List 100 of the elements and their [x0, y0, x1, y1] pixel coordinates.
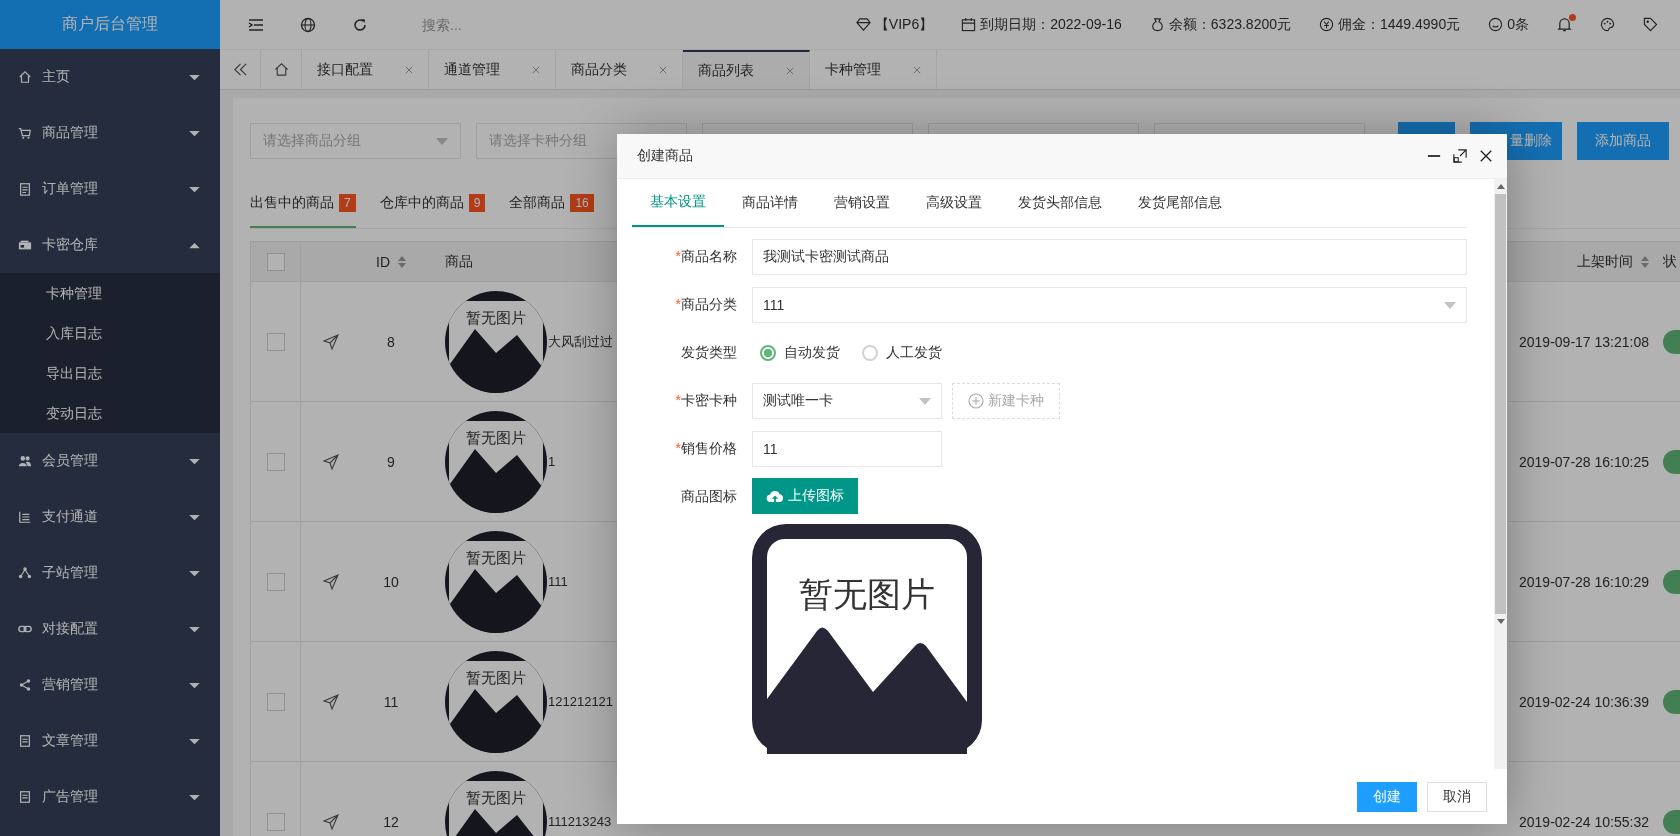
- vip-label: 【VIP6】: [874, 15, 934, 34]
- bell-icon[interactable]: [1557, 17, 1572, 32]
- radio-option[interactable]: 人工发货: [862, 344, 942, 362]
- column-header: 状: [1663, 252, 1677, 271]
- list-icon: [18, 510, 32, 524]
- caret-icon: [189, 513, 200, 521]
- radio-button[interactable]: [862, 345, 878, 361]
- caret-icon: [189, 185, 200, 193]
- image-caption: 暂无图片: [465, 308, 527, 328]
- nav-item[interactable]: 子站管理: [0, 545, 220, 601]
- document-icon: [18, 734, 32, 748]
- count-badge: 16: [570, 194, 594, 212]
- caret-icon: [189, 625, 200, 633]
- globe-icon[interactable]: [300, 16, 316, 33]
- menu-icon[interactable]: [248, 16, 264, 33]
- tag-icon[interactable]: [1643, 17, 1658, 32]
- nav-subitem[interactable]: 变动日志: [0, 393, 220, 433]
- time-cell: 2019-09-17 13:21:08: [1519, 333, 1649, 350]
- page-tab[interactable]: 商品列表: [683, 50, 810, 89]
- radio-button[interactable]: [760, 345, 776, 361]
- radio-label: 人工发货: [886, 344, 942, 362]
- select-field[interactable]: 测试唯一卡: [752, 383, 942, 419]
- clipboard-icon: [18, 182, 32, 196]
- nav-subitem[interactable]: 入库日志: [0, 313, 220, 353]
- nav-item[interactable]: 营销管理: [0, 657, 220, 713]
- dialog-tab[interactable]: 发货尾部信息: [1120, 179, 1240, 227]
- id-cell-text: 12: [382, 812, 400, 832]
- scroll-up-icon[interactable]: [1496, 184, 1505, 189]
- sort-icon[interactable]: [398, 255, 406, 268]
- scroll-down-icon[interactable]: [1496, 619, 1505, 624]
- dialog-tab[interactable]: 营销设置: [816, 179, 908, 227]
- nav-label: 商品管理: [42, 124, 99, 142]
- scrollbar[interactable]: [1494, 179, 1507, 769]
- time-cell: 2019-02-24 10:55:32: [1519, 813, 1649, 830]
- tab-label: 接口配置: [317, 60, 373, 79]
- checkbox[interactable]: [266, 812, 285, 831]
- document-icon: [18, 790, 32, 804]
- nav-label: 广告管理: [42, 788, 99, 806]
- input-field[interactable]: 我测试卡密测试商品: [752, 239, 1467, 275]
- column-header: ID: [376, 253, 390, 270]
- palette-icon[interactable]: [1600, 17, 1615, 32]
- nav-item[interactable]: 订单管理: [0, 161, 220, 217]
- nav-item[interactable]: 商品管理: [0, 105, 220, 161]
- nav-item[interactable]: 支付通道: [0, 489, 220, 545]
- nav-item[interactable]: 卡密仓库: [0, 217, 220, 273]
- paper-plane-icon[interactable]: [323, 333, 339, 350]
- sort-icon[interactable]: [1641, 255, 1649, 268]
- product-tab[interactable]: 出售中的商品 7: [250, 184, 356, 228]
- dialog-tab[interactable]: 发货头部信息: [1000, 179, 1120, 227]
- page-tab[interactable]: 卡种管理: [810, 50, 937, 89]
- select-field[interactable]: 111: [752, 287, 1467, 323]
- checkbox[interactable]: [266, 452, 285, 471]
- paper-plane-icon[interactable]: [323, 693, 339, 710]
- app-title: 商户后台管理: [0, 0, 220, 49]
- tab-label: 仓库中的商品: [379, 194, 464, 212]
- nav-item[interactable]: 会员管理: [0, 433, 220, 489]
- paper-plane-icon[interactable]: [323, 573, 339, 590]
- nav-item[interactable]: 主页: [0, 49, 220, 105]
- nav-item[interactable]: 广告管理: [0, 769, 220, 825]
- nav-label: 卡密仓库: [42, 236, 99, 254]
- dialog-tab[interactable]: 商品详情: [724, 179, 816, 227]
- dropdown-icon: [436, 137, 448, 145]
- nav-subitem[interactable]: 导出日志: [0, 353, 220, 393]
- nav-item[interactable]: 文章管理: [0, 713, 220, 769]
- commission-text: 佣金：1449.4990元: [1338, 15, 1461, 34]
- product-tab[interactable]: 仓库中的商品 9: [379, 184, 486, 228]
- checkbox[interactable]: [266, 692, 285, 711]
- maximize-icon[interactable]: [1453, 149, 1467, 163]
- input-field[interactable]: 11: [752, 431, 942, 467]
- tab-label: 通道管理: [444, 60, 500, 79]
- dialog-tab[interactable]: 高级设置: [908, 179, 1000, 227]
- radio-option[interactable]: 自动发货: [760, 344, 840, 362]
- page-tab[interactable]: 通道管理: [429, 50, 556, 89]
- paper-plane-icon[interactable]: [323, 813, 339, 830]
- checkbox[interactable]: [266, 252, 285, 271]
- nav-label: 会员管理: [42, 452, 99, 470]
- nav-item[interactable]: 对接配置: [0, 601, 220, 657]
- checkbox[interactable]: [266, 572, 285, 591]
- id-cell-text: 8: [386, 332, 396, 352]
- search-field[interactable]: 搜索...: [420, 15, 624, 34]
- upload-button[interactable]: 上传图标: [752, 478, 858, 514]
- product-tab[interactable]: 全部商品 16: [509, 184, 594, 228]
- time-cell: 2019-02-24 10:36:39: [1519, 693, 1649, 710]
- product-name: 111: [548, 574, 568, 589]
- dialog-tab[interactable]: 基本设置: [632, 179, 724, 227]
- balance-text: 余额：6323.8200元: [1168, 15, 1291, 34]
- double-chevron-icon: [232, 62, 248, 77]
- product-name: 121212121: [548, 694, 614, 709]
- page-tab[interactable]: 接口配置: [302, 50, 429, 89]
- nav-label: 文章管理: [42, 732, 99, 750]
- diamond-icon: [855, 17, 871, 32]
- nav-label: 对接配置: [42, 620, 99, 638]
- column-header: 商品: [445, 252, 473, 271]
- nav-subitem[interactable]: 卡种管理: [0, 273, 220, 313]
- close-icon[interactable]: [1479, 149, 1493, 163]
- tab-label: 卡种管理: [825, 60, 881, 79]
- cancel-button[interactable]: 取消: [1427, 781, 1487, 812]
- paper-plane-icon[interactable]: [323, 453, 339, 470]
- checkbox[interactable]: [266, 332, 285, 351]
- refresh-icon[interactable]: [352, 16, 368, 33]
